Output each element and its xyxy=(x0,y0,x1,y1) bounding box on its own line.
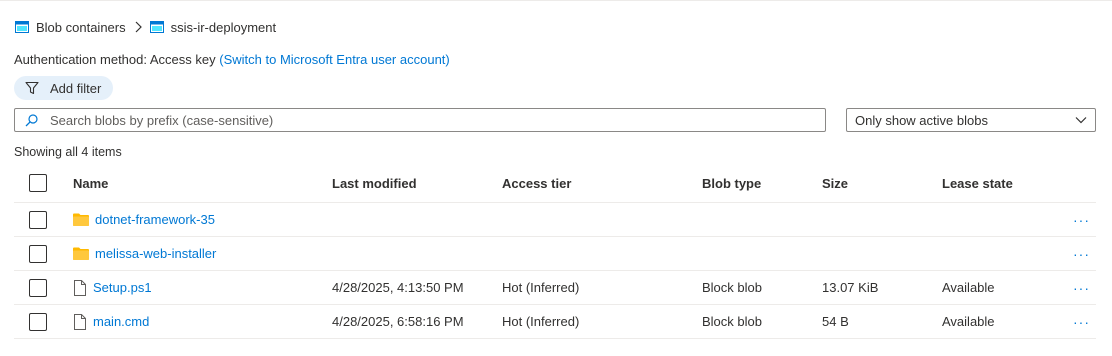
container-icon xyxy=(149,21,164,33)
column-header-blob-type[interactable]: Blob type xyxy=(702,164,761,202)
file-icon xyxy=(73,279,87,296)
more-options-icon[interactable]: ··· xyxy=(1073,237,1090,270)
row-checkbox[interactable] xyxy=(29,244,47,263)
cell-blob-type: Block blob xyxy=(702,280,762,295)
file-icon xyxy=(73,313,87,330)
blob-name-link[interactable]: melissa-web-installer xyxy=(95,246,216,261)
table-row[interactable]: dotnet-framework-35 ··· xyxy=(14,203,1096,237)
cell-lease-state: Available xyxy=(942,314,995,329)
column-header-lease-state[interactable]: Lease state xyxy=(942,164,1013,202)
row-checkbox[interactable] xyxy=(29,210,47,229)
auth-label: Authentication method: xyxy=(14,52,147,67)
column-header-name[interactable]: Name xyxy=(73,164,108,202)
table-row[interactable]: Setup.ps1 4/28/2025, 4:13:50 PM Hot (Inf… xyxy=(14,271,1096,305)
container-icon xyxy=(15,21,29,33)
add-filter-button[interactable]: Add filter xyxy=(14,76,113,100)
table-header: Name Last modified Access tier Blob type… xyxy=(14,164,1096,203)
blob-name-link[interactable]: Setup.ps1 xyxy=(93,280,152,295)
search-box[interactable] xyxy=(14,108,826,132)
cell-size: 54 B xyxy=(822,314,849,329)
more-options-icon[interactable]: ··· xyxy=(1073,203,1090,236)
table-row[interactable]: melissa-web-installer ··· xyxy=(14,237,1096,271)
search-icon xyxy=(25,113,38,126)
switch-auth-link[interactable]: (Switch to Microsoft Entra user account) xyxy=(219,52,449,67)
cell-lease-state: Available xyxy=(942,280,995,295)
more-options-icon[interactable]: ··· xyxy=(1073,305,1090,338)
active-blobs-dropdown[interactable]: Only show active blobs xyxy=(846,108,1096,132)
top-divider xyxy=(0,0,1112,1)
row-checkbox[interactable] xyxy=(29,278,47,297)
auth-value: Access key xyxy=(149,52,216,67)
blob-name-link[interactable]: dotnet-framework-35 xyxy=(95,212,215,227)
breadcrumb: Blob containers ssis-ir-deployment xyxy=(15,17,276,37)
column-header-last-modified[interactable]: Last modified xyxy=(332,164,417,202)
breadcrumb-item-container[interactable]: ssis-ir-deployment xyxy=(171,20,276,35)
more-options-icon[interactable]: ··· xyxy=(1073,271,1090,304)
cell-access-tier: Hot (Inferred) xyxy=(502,314,580,329)
folder-icon xyxy=(73,213,89,226)
auth-method: Authentication method: Access key (Switc… xyxy=(14,52,450,67)
search-input[interactable] xyxy=(50,112,790,128)
filter-icon xyxy=(25,81,39,95)
cell-last-modified: 4/28/2025, 4:13:50 PM xyxy=(332,280,464,295)
add-filter-label: Add filter xyxy=(50,80,102,96)
item-count: Showing all 4 items xyxy=(14,145,122,159)
breadcrumb-item-blob-containers[interactable]: Blob containers xyxy=(36,20,126,35)
row-checkbox[interactable] xyxy=(29,312,47,331)
dropdown-selected: Only show active blobs xyxy=(855,112,988,128)
column-header-size[interactable]: Size xyxy=(822,164,848,202)
blob-name-link[interactable]: main.cmd xyxy=(93,314,149,329)
cell-size: 13.07 KiB xyxy=(822,280,879,295)
folder-icon xyxy=(73,247,89,260)
select-all-checkbox[interactable] xyxy=(29,174,47,192)
column-header-access-tier[interactable]: Access tier xyxy=(502,164,571,202)
chevron-down-icon xyxy=(1075,117,1087,124)
cell-last-modified: 4/28/2025, 6:58:16 PM xyxy=(332,314,464,329)
cell-access-tier: Hot (Inferred) xyxy=(502,280,580,295)
table-row[interactable]: main.cmd 4/28/2025, 6:58:16 PM Hot (Infe… xyxy=(14,305,1096,339)
chevron-right-icon xyxy=(134,21,142,33)
blob-table: Name Last modified Access tier Blob type… xyxy=(14,164,1096,339)
cell-blob-type: Block blob xyxy=(702,314,762,329)
